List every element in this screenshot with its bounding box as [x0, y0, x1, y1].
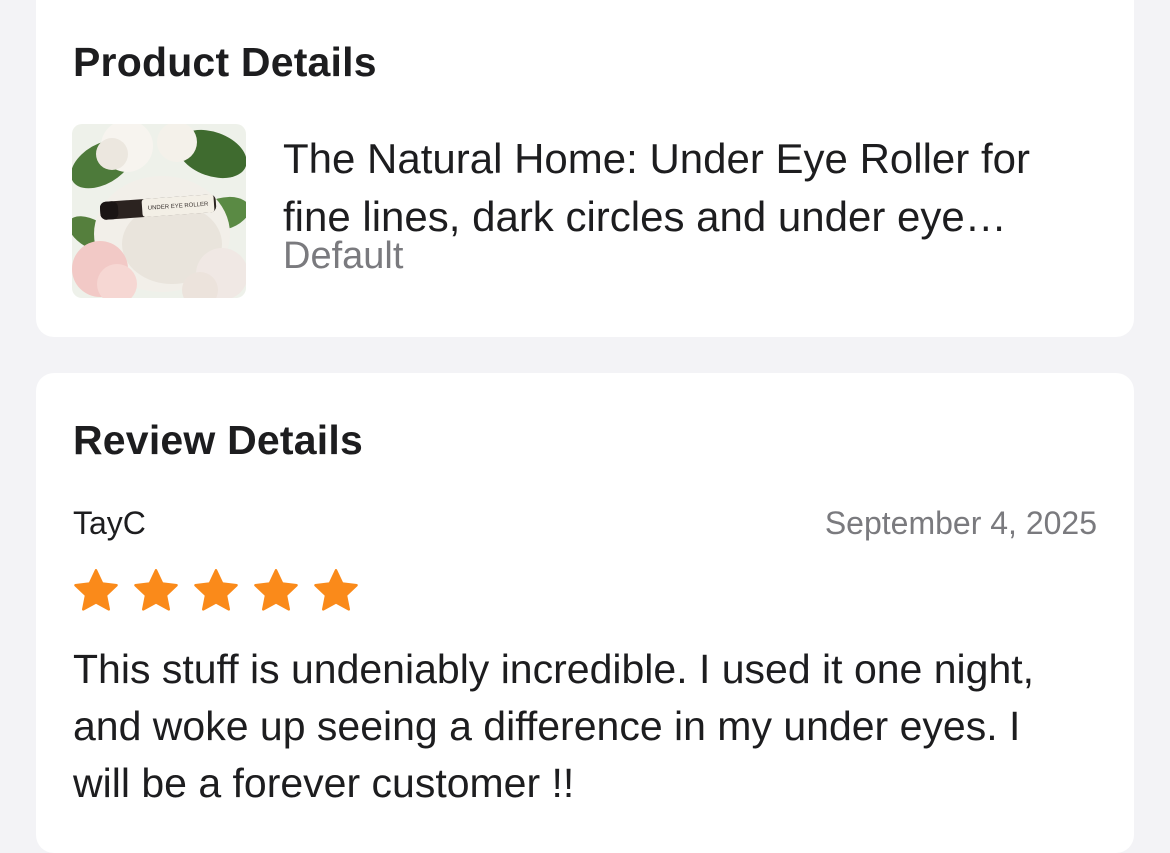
review-details-card: Review Details TayC September 4, 2025 Th…: [36, 373, 1134, 853]
product-name[interactable]: The Natural Home: Under Eye Roller for f…: [283, 130, 1103, 246]
review-text: This stuff is undeniably incredible. I u…: [73, 646, 1035, 806]
star-icon: [74, 569, 118, 611]
reviewer-name: TayC: [73, 505, 146, 541]
star-icon: [134, 569, 178, 611]
star-icon: [194, 569, 238, 611]
product-thumbnail[interactable]: UNDER EYE ROLLER: [72, 124, 246, 298]
review-details-heading: Review Details: [73, 417, 363, 463]
star-rating: [72, 567, 360, 615]
product-image: UNDER EYE ROLLER: [72, 124, 246, 298]
product-details-card: Product Details UNDER EYE ROLLER The Nat…: [36, 0, 1134, 337]
product-variant: Default: [283, 235, 404, 277]
product-details-heading: Product Details: [73, 39, 377, 85]
review-date: September 4, 2025: [824, 505, 1097, 541]
star-icon: [254, 569, 298, 611]
star-icon: [314, 569, 358, 611]
